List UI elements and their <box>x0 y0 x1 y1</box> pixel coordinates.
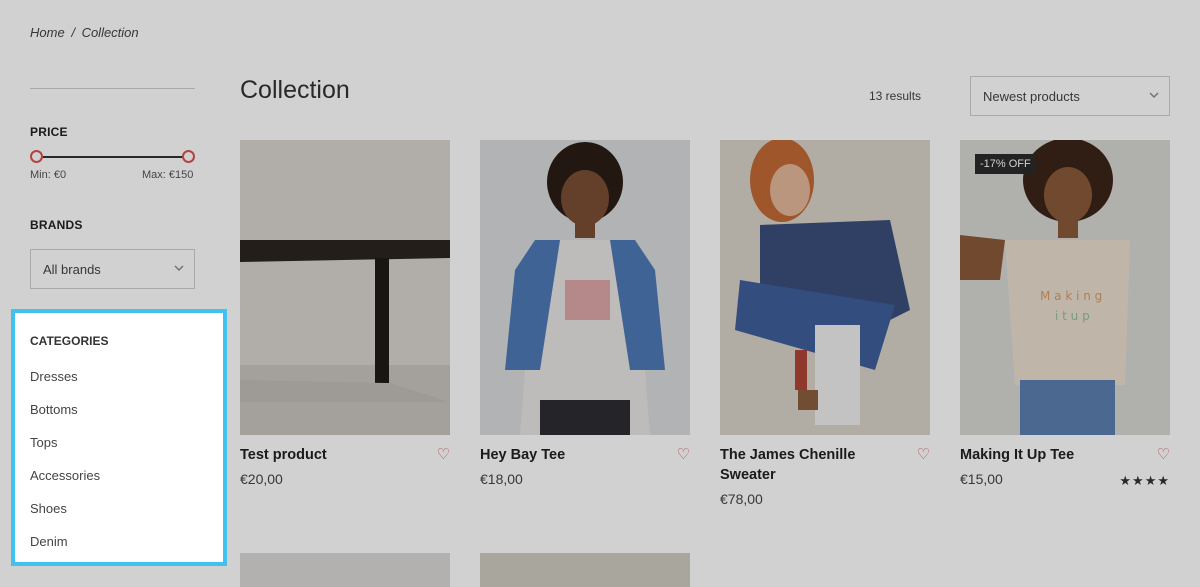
product-name[interactable]: Making It Up Tee <box>960 445 1140 465</box>
breadcrumb-current: Collection <box>81 25 139 40</box>
star-icon: ★ <box>1132 473 1145 488</box>
slider-track <box>36 156 189 158</box>
product-card-partial[interactable] <box>480 553 690 587</box>
price-min-label: Min: €0 <box>30 169 67 181</box>
star-icon: ★ <box>1157 473 1170 488</box>
results-count: 13 results <box>869 89 922 103</box>
product-price: €20,00 <box>240 471 283 487</box>
product-card[interactable]: Hey Bay Tee ♡ €18,00 <box>480 140 690 487</box>
product-image[interactable] <box>480 140 690 435</box>
star-icon: ★ <box>1119 473 1133 488</box>
product-name[interactable]: The James Chenille Sweater <box>720 445 900 485</box>
breadcrumb: Home / Collection <box>30 25 139 40</box>
heart-icon[interactable]: ♡ <box>1157 445 1170 465</box>
product-name[interactable]: Test product <box>240 445 420 465</box>
category-item-accessories[interactable]: Accessories <box>30 468 100 483</box>
breadcrumb-home[interactable]: Home <box>30 25 65 40</box>
product-card[interactable]: M a k i n g i t u p -17% OFF Making It U… <box>960 140 1170 488</box>
brands-select[interactable]: All brands <box>30 249 195 289</box>
category-item-denim[interactable]: Denim <box>30 534 68 549</box>
page-title: Collection <box>240 76 350 104</box>
sweater-image <box>720 140 930 435</box>
raglan-tee-image <box>480 140 690 435</box>
price-range-slider[interactable] <box>30 150 195 164</box>
sidebar-divider <box>30 88 195 89</box>
brands-filter-title: BRANDS <box>30 218 83 232</box>
categories-filter-title: CATEGORIES <box>30 334 109 348</box>
slider-max-handle[interactable] <box>182 150 195 163</box>
heart-icon[interactable]: ♡ <box>437 445 450 465</box>
product-card[interactable]: Test product ♡ €20,00 <box>240 140 450 487</box>
sort-select-value: Newest products <box>983 89 1080 104</box>
breadcrumb-separator: / <box>71 25 75 40</box>
product-card[interactable]: The James Chenille Sweater ♡ €78,00 <box>720 140 930 507</box>
chevron-down-icon <box>1149 90 1159 102</box>
price-filter-title: PRICE <box>30 125 68 139</box>
star-icon: ★ <box>1144 473 1158 488</box>
category-item-tops[interactable]: Tops <box>30 435 57 450</box>
table-image <box>240 140 450 435</box>
brands-select-value: All brands <box>43 262 101 277</box>
rating-stars: ★★★★ <box>1119 473 1170 489</box>
product-image[interactable]: M a k i n g i t u p -17% OFF <box>960 140 1170 435</box>
slider-min-handle[interactable] <box>30 150 43 163</box>
collection-page: Home / Collection PRICE Min: €0 Max: €15… <box>0 0 1200 587</box>
product-image[interactable] <box>720 140 930 435</box>
chevron-down-icon <box>174 263 184 275</box>
svg-text:M a k i n g: M a k i n g <box>1040 289 1102 303</box>
product-name[interactable]: Hey Bay Tee <box>480 445 660 465</box>
product-image[interactable] <box>240 140 450 435</box>
category-item-dresses[interactable]: Dresses <box>30 369 78 384</box>
product-price: €18,00 <box>480 471 523 487</box>
categories-filter: CATEGORIES Dresses Bottoms Tops Accessor… <box>11 309 227 566</box>
product-price: €15,00 <box>960 471 1003 487</box>
sort-select[interactable]: Newest products <box>970 76 1170 116</box>
price-max-label: Max: €150 <box>142 169 194 181</box>
product-price: €78,00 <box>720 491 763 507</box>
tee-image: M a k i n g i t u p <box>960 140 1170 435</box>
category-item-bottoms[interactable]: Bottoms <box>30 402 78 417</box>
svg-text:i t u p: i t u p <box>1055 309 1090 323</box>
category-item-shoes[interactable]: Shoes <box>30 501 67 516</box>
discount-badge: -17% OFF <box>975 154 1036 174</box>
product-card-partial[interactable] <box>240 553 450 587</box>
heart-icon[interactable]: ♡ <box>677 445 690 465</box>
heart-icon[interactable]: ♡ <box>917 445 930 465</box>
